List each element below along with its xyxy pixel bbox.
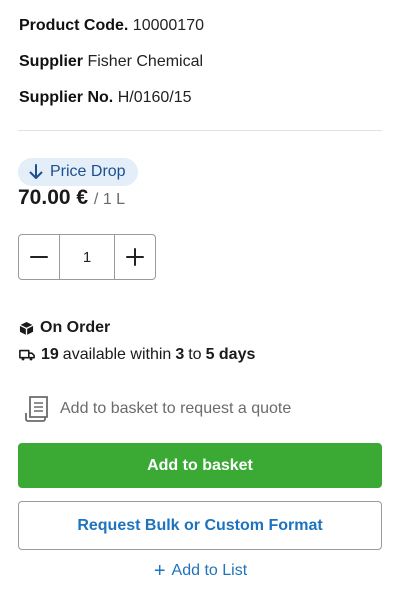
price-drop-badge: Price Drop: [18, 158, 138, 186]
quote-hint: Add to basket to request a quote: [24, 395, 291, 423]
add-to-basket-button[interactable]: Add to basket: [18, 443, 382, 488]
truck-icon: [19, 349, 35, 361]
add-to-list-label: Add to List: [171, 562, 248, 579]
supplier-label: Supplier: [19, 53, 84, 70]
quote-hint-text: Add to basket to request a quote: [60, 400, 292, 417]
price-unit: / 1 L: [93, 191, 126, 208]
increment-button[interactable]: [115, 235, 155, 279]
product-code-value: 10000170: [132, 17, 204, 34]
plus-icon: +: [153, 560, 166, 582]
product-code-label: Product Code.: [19, 17, 129, 34]
request-bulk-button[interactable]: Request Bulk or Custom Format: [18, 501, 382, 550]
request-bulk-label: Request Bulk or Custom Format: [77, 516, 323, 534]
product-code-row: Product Code. 10000170: [19, 16, 204, 36]
quantity-input[interactable]: 1: [59, 235, 115, 279]
add-to-list-link[interactable]: + Add to List: [0, 560, 401, 582]
max-days: 5 days: [205, 346, 256, 363]
price: 70.00 € / 1 L: [18, 186, 125, 210]
decrement-button[interactable]: [19, 235, 59, 279]
quantity-stepper: 1: [18, 234, 156, 280]
available-text: available within: [62, 346, 172, 363]
divider: [18, 130, 382, 131]
minus-icon: [30, 256, 48, 258]
plus-icon: [126, 248, 144, 266]
min-days: 3: [175, 346, 185, 363]
add-to-basket-label: Add to basket: [147, 456, 253, 474]
supplier-no-value: H/0160/15: [117, 89, 192, 106]
supplier-no-label: Supplier No.: [19, 89, 114, 106]
availability-status-label: On Order: [40, 319, 111, 336]
arrow-down-icon: [29, 164, 43, 179]
available-count: 19: [41, 346, 59, 363]
quote-document-icon: [25, 396, 48, 422]
price-value: 70.00 €: [18, 186, 89, 209]
availability-status: On Order: [19, 319, 110, 337]
price-drop-label: Price Drop: [50, 163, 126, 180]
supplier-value: Fisher Chemical: [87, 53, 204, 70]
package-icon: [19, 321, 34, 335]
supplier-row: Supplier Fisher Chemical: [19, 52, 203, 72]
supplier-no-row: Supplier No. H/0160/15: [19, 88, 192, 108]
to-text: to: [188, 346, 202, 363]
availability-detail: 19 available within 3 to 5 days: [19, 346, 259, 364]
